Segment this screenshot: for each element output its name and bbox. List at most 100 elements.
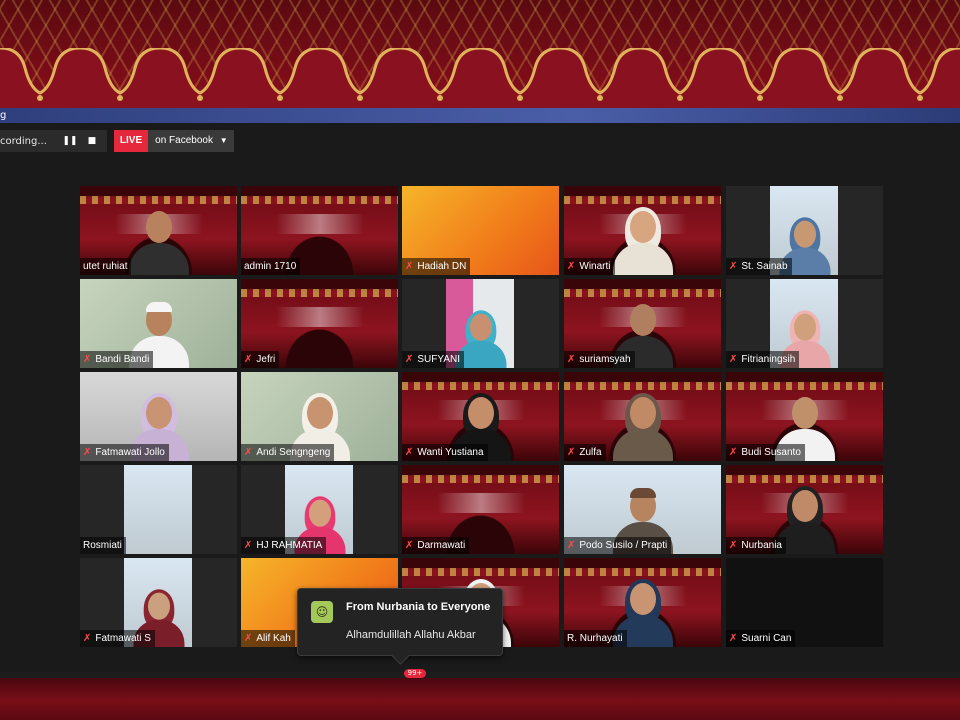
mic-muted-icon: ✗	[729, 447, 738, 458]
participant-name-tag: ✗ SUFYANI	[402, 351, 464, 368]
participant-name-tag: ✗ Suarni Can	[726, 630, 796, 647]
participant-name-tag: Rosmiati	[80, 537, 126, 554]
participant-name: R. Nurhayati	[567, 633, 623, 644]
recording-status: cording... ❚❚ ■	[0, 130, 107, 152]
participant-name: Fatmawati S	[95, 633, 151, 644]
participant-tile[interactable]: ✗ Hadiah DN	[402, 186, 559, 275]
chat-sender: From Nurbania to Everyone	[346, 601, 491, 613]
ornamental-border-icon	[0, 48, 960, 108]
mic-muted-icon: ✗	[567, 447, 576, 458]
mic-muted-icon: ✗	[405, 354, 414, 365]
event-banner-top	[0, 0, 960, 108]
participant-name-tag: utet ruhiat	[80, 258, 132, 275]
participant-tile[interactable]: ✗ Fitrianingsih	[726, 279, 883, 368]
participant-name: St. Sainab	[741, 261, 788, 272]
user-avatar-icon: ☺	[311, 601, 333, 623]
participant-tile[interactable]: ✗ Suarni Can	[726, 558, 883, 647]
participant-name: Hadiah DN	[417, 261, 467, 272]
participant-tile[interactable]: ✗ Budi Susanto	[726, 372, 883, 461]
mic-muted-icon: ✗	[567, 540, 576, 551]
participant-name: Bandi Bandi	[95, 354, 150, 365]
participant-tile[interactable]: utet ruhiat	[80, 186, 237, 275]
mic-muted-icon: ✗	[405, 540, 414, 551]
live-destination[interactable]: on Facebook ▼	[148, 130, 234, 152]
live-stream-button[interactable]: LIVE on Facebook ▼	[113, 130, 234, 152]
chat-message: Alhamdulillah Allahu Akbar	[346, 629, 476, 641]
participant-name-tag: ✗ Podo Susilo / Prapti	[564, 537, 672, 554]
participant-tile[interactable]: ✗ Winarti	[564, 186, 721, 275]
participant-tile[interactable]: ✗ Jefri	[241, 279, 398, 368]
participant-name: Rosmiati	[83, 540, 122, 551]
participant-tile[interactable]: ✗ St. Sainab	[726, 186, 883, 275]
participant-name: Wanti Yustiana	[417, 447, 484, 458]
chat-count-badge[interactable]: 99+	[404, 669, 426, 678]
participant-name: Andi Sengngeng	[256, 447, 331, 458]
participant-video-person	[608, 205, 678, 275]
participant-name: admin 1710	[244, 261, 297, 272]
participant-name-tag: ✗ Wanti Yustiana	[402, 444, 488, 461]
participant-tile[interactable]: R. Nurhayati	[564, 558, 721, 647]
participant-tile[interactable]: ✗ Darmawati	[402, 465, 559, 554]
participant-name-tag: ✗ St. Sainab	[726, 258, 792, 275]
participant-name-tag: ✗ Fatmawati S	[80, 630, 155, 647]
participant-name-tag: admin 1710	[241, 258, 301, 275]
participant-name-tag: ✗ Darmawati	[402, 537, 470, 554]
participant-name: Budi Susanto	[741, 447, 801, 458]
participant-tile[interactable]: ✗ SUFYANI	[402, 279, 559, 368]
recording-label: cording...	[0, 135, 47, 147]
participant-tile[interactable]: ✗ Fatmawati Jollo	[80, 372, 237, 461]
participant-tile[interactable]: ✗ Podo Susilo / Prapti	[564, 465, 721, 554]
participant-name: utet ruhiat	[83, 261, 128, 272]
mic-muted-icon: ✗	[729, 354, 738, 365]
pause-icon[interactable]: ❚❚	[61, 132, 79, 150]
participant-tile[interactable]: Rosmiati	[80, 465, 237, 554]
video-feed	[124, 465, 192, 554]
mic-muted-icon: ✗	[244, 447, 253, 458]
participant-tile[interactable]: ✗ HJ RAHMATIA	[241, 465, 398, 554]
mic-muted-icon: ✗	[729, 540, 738, 551]
mic-muted-icon: ✗	[83, 447, 92, 458]
participant-name-tag: ✗ Winarti	[564, 258, 615, 275]
participant-name-tag: ✗ Andi Sengngeng	[241, 444, 335, 461]
participant-name-tag: ✗ Budi Susanto	[726, 444, 805, 461]
participant-name: Fitrianingsih	[741, 354, 796, 365]
participant-name-tag: ✗ Alif Kah	[241, 630, 295, 647]
participant-tile[interactable]: ✗ Bandi Bandi	[80, 279, 237, 368]
participant-name-tag: ✗ Fitrianingsih	[726, 351, 800, 368]
stop-icon[interactable]: ■	[83, 132, 101, 150]
recording-toolbar: cording... ❚❚ ■ LIVE on Facebook ▼	[0, 130, 234, 152]
participant-name: Fatmawati Jollo	[95, 447, 165, 458]
participant-tile[interactable]: ✗ Zulfa	[564, 372, 721, 461]
participant-name: Nurbania	[741, 540, 782, 551]
event-banner-bottom	[0, 678, 960, 720]
caret-down-icon: ▼	[219, 136, 228, 145]
mic-muted-icon: ✗	[729, 261, 738, 272]
participant-tile[interactable]: ✗ Fatmawati S	[80, 558, 237, 647]
participant-name-tag: ✗ Bandi Bandi	[80, 351, 154, 368]
participant-name: Winarti	[579, 261, 611, 272]
mic-muted-icon: ✗	[567, 354, 576, 365]
mic-muted-icon: ✗	[83, 354, 92, 365]
participant-name-tag: ✗ suriamsyah	[564, 351, 635, 368]
participant-tile[interactable]: ✗ Wanti Yustiana	[402, 372, 559, 461]
participant-tile[interactable]: ✗ suriamsyah	[564, 279, 721, 368]
mic-muted-icon: ✗	[244, 540, 253, 551]
participant-name-tag: R. Nurhayati	[564, 630, 627, 647]
participant-video-person	[608, 391, 678, 461]
participant-name: SUFYANI	[417, 354, 460, 365]
participant-tile[interactable]: admin 1710	[241, 186, 398, 275]
participant-name-tag: ✗ Fatmawati Jollo	[80, 444, 169, 461]
participant-tile[interactable]: ✗ Andi Sengngeng	[241, 372, 398, 461]
mic-muted-icon: ✗	[244, 633, 253, 644]
participant-name-tag: ✗ Nurbania	[726, 537, 786, 554]
chat-notification[interactable]: ☺ From Nurbania to Everyone Alhamdulilla…	[297, 588, 503, 656]
participant-video-person	[124, 205, 194, 275]
participant-name-tag: ✗ Hadiah DN	[402, 258, 471, 275]
participant-name-tag: ✗ HJ RAHMATIA	[241, 537, 327, 554]
participant-tile[interactable]: ✗ Nurbania	[726, 465, 883, 554]
mic-muted-icon: ✗	[729, 633, 738, 644]
participant-name: Darmawati	[417, 540, 466, 551]
participant-name-tag: ✗ Jefri	[241, 351, 280, 368]
participant-name: Zulfa	[579, 447, 602, 458]
participant-name: Jefri	[256, 354, 276, 365]
